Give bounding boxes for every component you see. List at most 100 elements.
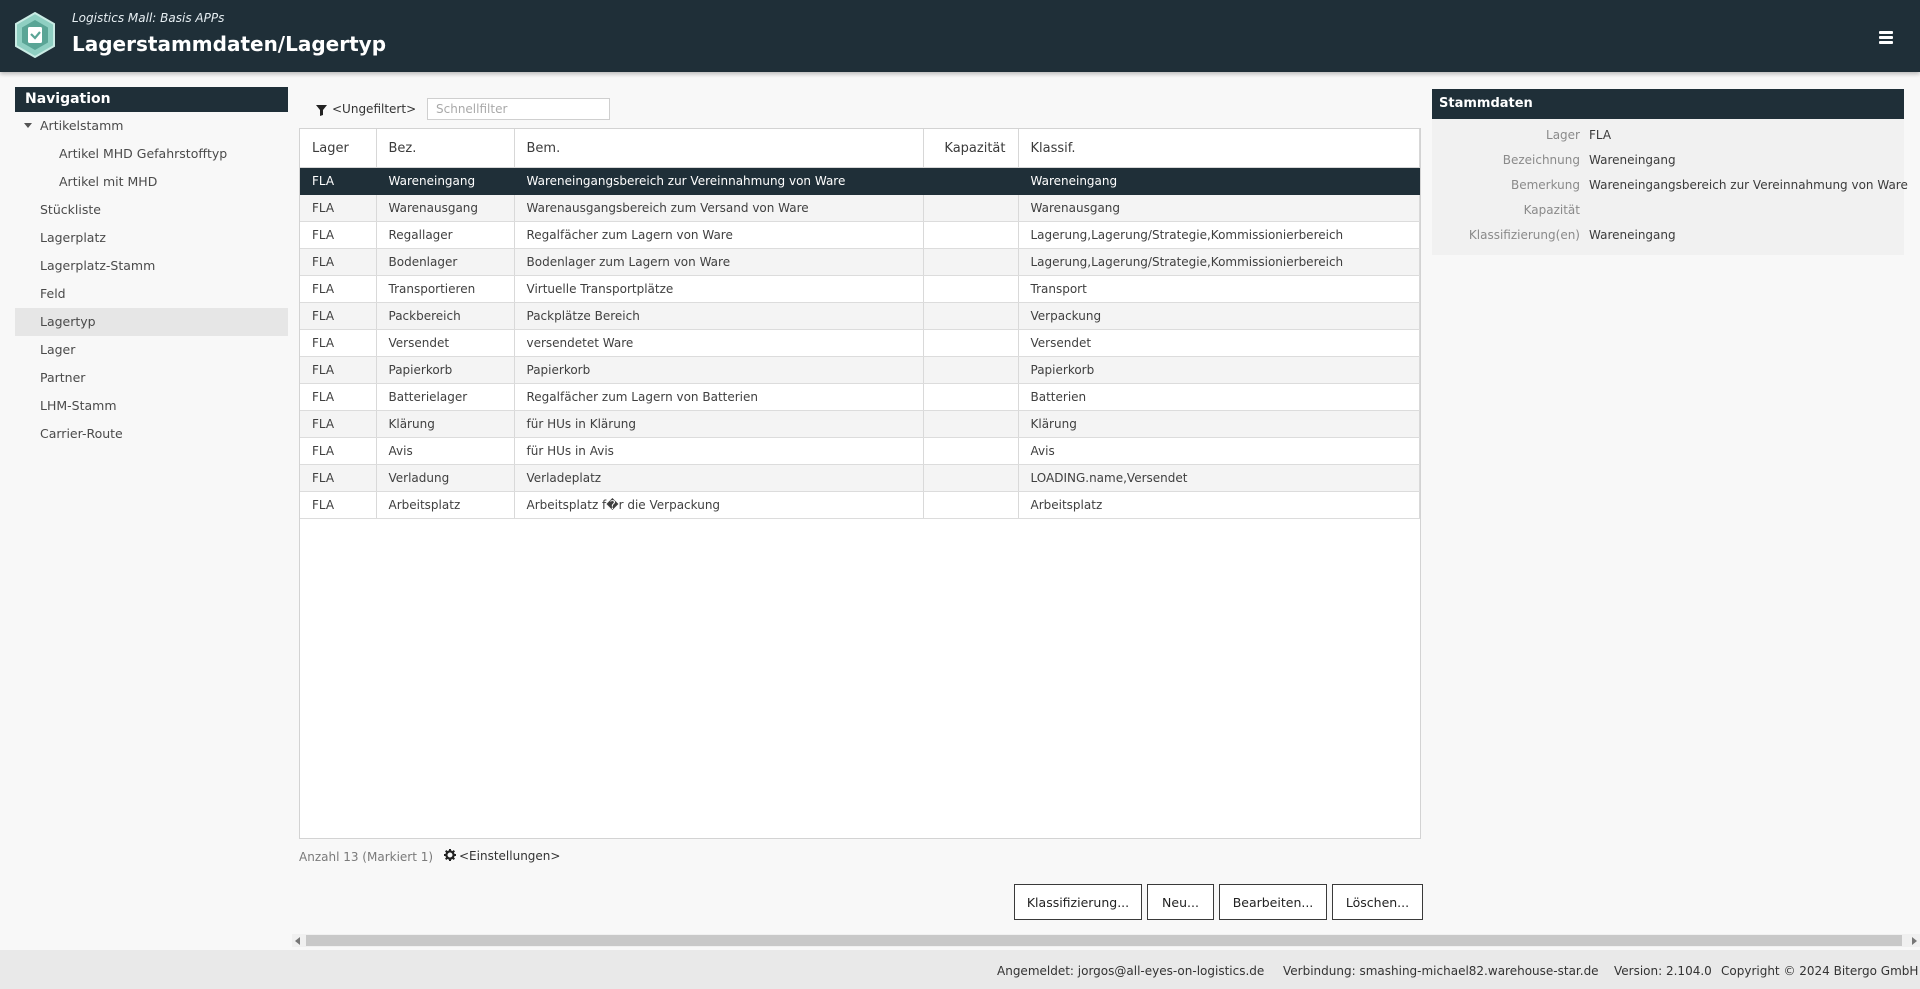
table-cell: Arbeitsplatz <box>1018 491 1420 519</box>
sidebar-item[interactable]: Partner <box>15 364 288 392</box>
table-cell: FLA <box>300 167 377 195</box>
sidebar-item[interactable]: Artikel MHD Gefahrstofftyp <box>15 140 288 168</box>
table-cell: FLA <box>300 275 377 303</box>
caret-down-icon[interactable] <box>24 123 32 128</box>
detail-row: Lager FLA <box>1432 123 1904 148</box>
sidebar-item-label: Carrier-Route <box>40 426 123 441</box>
detail-row: Bemerkung Wareneingangsbereich zur Verein… <box>1432 173 1908 198</box>
table-row[interactable]: FLA Klärung für HUs in Klärung Klärung <box>300 410 1420 438</box>
table-cell <box>923 464 1019 492</box>
table-cell: Lagerung,Lagerung/Strategie,Kommissionie… <box>1018 248 1420 276</box>
detail-row: Klassifizierung(en) Wareneingang <box>1432 223 1904 248</box>
settings-link[interactable]: <Einstellungen> <box>444 849 560 863</box>
table-cell: Papierkorb <box>376 356 515 384</box>
table-cell: FLA <box>300 194 377 222</box>
table-row[interactable]: FLA Batterielager Regalfächer zum Lagern v… <box>300 383 1420 411</box>
detail-value: Wareneingang <box>1589 228 1676 242</box>
table-row[interactable]: FLA Verladung Verladeplatz LOADING.name,Ver… <box>300 464 1420 492</box>
sidebar-item[interactable]: Carrier-Route <box>15 420 288 448</box>
table-row[interactable]: FLA Transportieren Virtuelle Transportplät… <box>300 275 1420 303</box>
table-cell: Wareneingang <box>1018 167 1420 195</box>
details-title: Stammdaten <box>1432 89 1904 119</box>
sidebar-item[interactable]: Lagerplatz <box>15 224 288 252</box>
table-row[interactable]: FLA Wareneingang Wareneingangsbereich zur … <box>300 167 1420 195</box>
edit-button[interactable]: Bearbeiten... <box>1219 884 1327 920</box>
table-cell: Bodenlager zum Lagern von Ware <box>514 248 924 276</box>
table-cell: FLA <box>300 248 377 276</box>
scroll-left-icon[interactable] <box>295 937 300 945</box>
table-row[interactable]: FLA Avis für HUs in Avis Avis <box>300 437 1420 465</box>
sidebar-item[interactable]: Feld <box>15 280 288 308</box>
lagertyp-table: Lager Bez. Bem. Kapazität Klassif. FLA Wa… <box>299 128 1421 839</box>
new-button[interactable]: Neu... <box>1147 884 1214 920</box>
table-cell <box>923 383 1019 411</box>
table-cell: FLA <box>300 437 377 465</box>
sidebar-item[interactable]: Artikelstamm <box>15 112 288 140</box>
table-cell: Regalfächer zum Lagern von Ware <box>514 221 924 249</box>
hamburger-menu-icon[interactable] <box>1879 31 1893 45</box>
table-header-row: Lager Bez. Bem. Kapazität Klassif. <box>300 129 1420 168</box>
table-cell <box>923 356 1019 384</box>
table-cell: Transportieren <box>376 275 515 303</box>
horizontal-scrollbar[interactable] <box>292 934 1920 947</box>
navigation-title: Navigation <box>15 87 288 112</box>
sidebar-item-label: Artikel MHD Gefahrstofftyp <box>59 146 228 161</box>
footer-version: Version: 2.104.0 <box>1614 964 1712 978</box>
table-row[interactable]: FLA Regallager Regalfächer zum Lagern von … <box>300 221 1420 249</box>
filter-icon[interactable] <box>316 105 327 116</box>
table-cell: Versendet <box>376 329 515 357</box>
scrollbar-thumb[interactable] <box>306 935 1902 946</box>
table-cell: versendetet Ware <box>514 329 924 357</box>
table-cell: Wareneingang <box>376 167 515 195</box>
table-row[interactable]: FLA Versendet versendetet Ware Versendet <box>300 329 1420 357</box>
table-row[interactable]: FLA Bodenlager Bodenlager zum Lagern von W… <box>300 248 1420 276</box>
table-cell: Klärung <box>376 410 515 438</box>
table-cell: Warenausgang <box>376 194 515 222</box>
sidebar-item[interactable]: Lagerplatz-Stamm <box>15 252 288 280</box>
sidebar-item[interactable]: Lagertyp <box>15 308 288 336</box>
delete-button[interactable]: Löschen... <box>1332 884 1423 920</box>
table-cell: Lagerung,Lagerung/Strategie,Kommissionie… <box>1018 221 1420 249</box>
record-count: Anzahl 13 (Markiert 1) <box>299 850 434 864</box>
navigation-panel: Navigation Artikelstamm Artikel MHD Gefah… <box>15 87 288 448</box>
classify-button[interactable]: Klassifizierung... <box>1014 884 1142 920</box>
table-row[interactable]: FLA Packbereich Packplätze Bereich Verpacku… <box>300 302 1420 330</box>
table-row[interactable]: FLA Arbeitsplatz Arbeitsplatz f�r die Verp… <box>300 491 1420 519</box>
sidebar-item[interactable]: LHM-Stamm <box>15 392 288 420</box>
table-cell: Regalfächer zum Lagern von Batterien <box>514 383 924 411</box>
table-cell: FLA <box>300 491 377 519</box>
detail-label: Bemerkung <box>1510 178 1580 192</box>
table-cell <box>923 248 1019 276</box>
sidebar-item-label: Lager <box>40 342 76 357</box>
table-cell: Klärung <box>1018 410 1420 438</box>
sidebar-item-label: Stückliste <box>40 202 101 217</box>
sidebar-item-label: Artikel mit MHD <box>59 174 158 189</box>
column-header-lager[interactable]: Lager <box>300 129 377 168</box>
detail-value: FLA <box>1589 128 1612 142</box>
sidebar-item[interactable]: Stückliste <box>15 196 288 224</box>
sidebar-item-label: Artikelstamm <box>40 118 124 133</box>
sidebar-item[interactable]: Lager <box>15 336 288 364</box>
table-cell: für HUs in Klärung <box>514 410 924 438</box>
column-header-kapazitaet[interactable]: Kapazität <box>923 129 1019 168</box>
sidebar-item-label: Lagerplatz-Stamm <box>40 258 156 273</box>
column-header-bez[interactable]: Bez. <box>376 129 515 168</box>
table-cell: Warenausgang <box>1018 194 1420 222</box>
scroll-right-icon[interactable] <box>1912 937 1917 945</box>
filter-state-link[interactable]: <Ungefiltert> <box>332 102 416 116</box>
sidebar-item-label: Lagerplatz <box>40 230 106 245</box>
app-header: Logistics Mall: Basis APPs Lagerstammdat… <box>0 0 1920 72</box>
sidebar-item-label: Partner <box>40 370 86 385</box>
table-row[interactable]: FLA Papierkorb Papierkorb Papierkorb <box>300 356 1420 384</box>
sidebar-item[interactable]: Artikel mit MHD <box>15 168 288 196</box>
table-row[interactable]: FLA Warenausgang Warenausgangsbereich zum … <box>300 194 1420 222</box>
table-cell: Avis <box>376 437 515 465</box>
quick-filter-input[interactable] <box>427 98 610 120</box>
table-cell: Avis <box>1018 437 1420 465</box>
table-cell: Packplätze Bereich <box>514 302 924 330</box>
table-cell: FLA <box>300 329 377 357</box>
table-cell: Bodenlager <box>376 248 515 276</box>
column-header-klassif[interactable]: Klassif. <box>1018 129 1420 168</box>
column-header-bem[interactable]: Bem. <box>514 129 924 168</box>
table-cell <box>923 410 1019 438</box>
